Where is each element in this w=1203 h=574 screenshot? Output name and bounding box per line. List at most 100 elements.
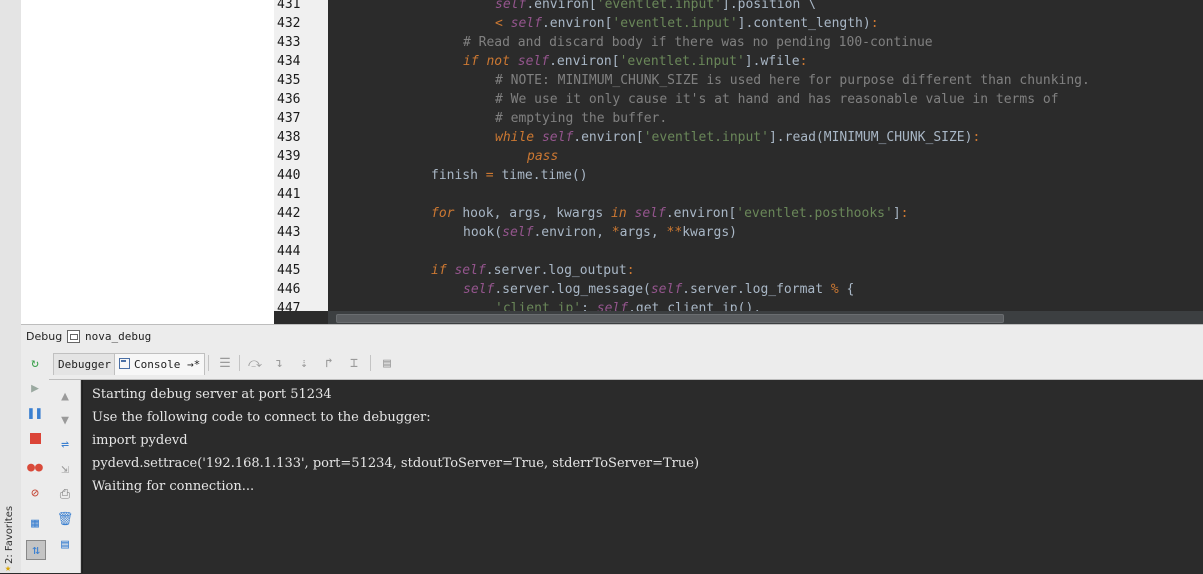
- code-token: self: [463, 282, 495, 297]
- rerun-icon[interactable]: ↻: [26, 354, 44, 372]
- code-token: # NOTE: MINIMUM_CHUNK_SIZE is used here …: [495, 73, 1090, 88]
- code-token: :: [972, 130, 981, 145]
- tab-label: Console: [134, 358, 181, 371]
- resume-icon[interactable]: ▶: [26, 379, 44, 397]
- code-token: ].wfile: [744, 54, 800, 69]
- code-token: if not: [463, 54, 518, 69]
- code-token: while: [495, 130, 542, 145]
- tab-label: Debugger: [58, 358, 111, 371]
- code-token: {: [838, 282, 855, 297]
- step-into-my-code-icon[interactable]: ⇣: [296, 355, 312, 371]
- step-into-icon[interactable]: ↴: [271, 355, 287, 371]
- code-token: time.time(): [493, 168, 588, 183]
- line-number: 446: [277, 282, 301, 297]
- line-number-gutter: 431 432 433 434 435 436 437 438 439 440 …: [274, 0, 328, 311]
- code-line: self.environ['eventlet.input'].position …: [495, 0, 816, 14]
- code-token: 'eventlet.input': [612, 16, 738, 31]
- code-token: %: [830, 282, 839, 297]
- line-number: 434: [277, 54, 301, 69]
- star-icon: ★: [5, 563, 12, 574]
- view-breakpoints-icon[interactable]: ●●: [26, 458, 44, 476]
- code-line: # NOTE: MINIMUM_CHUNK_SIZE is used here …: [495, 71, 1090, 90]
- debug-title: Debug: [26, 330, 63, 343]
- code-token: **: [666, 225, 683, 240]
- console-line: pydevd.settrace('192.168.1.133', port=51…: [92, 456, 700, 471]
- code-token: # We use it only cause it's at hand and …: [495, 92, 1059, 107]
- console-icon: [119, 358, 130, 369]
- code-line: 'client_ip': self.get_client_ip(),: [495, 299, 761, 311]
- run-config-icon: [67, 330, 80, 343]
- code-token: self: [650, 282, 683, 297]
- show-python-prompt-icon[interactable]: ▤: [56, 535, 74, 553]
- code-token: :: [900, 206, 909, 221]
- code-line: # Read and discard body if there was no …: [463, 33, 933, 52]
- step-over-icon[interactable]: ⤼: [247, 355, 263, 371]
- code-token: 'eventlet.input': [596, 0, 722, 12]
- code-token: ].read(MINIMUM_CHUNK_SIZE): [768, 130, 973, 145]
- code-token: :: [626, 263, 635, 278]
- run-config-tab[interactable]: nova_debug: [85, 330, 151, 343]
- line-number: 441: [277, 187, 301, 202]
- console-output[interactable]: Starting debug server at port 51234 Use …: [82, 380, 1203, 573]
- code-token: .get_client_ip(),: [628, 301, 762, 311]
- code-token: .environ[: [541, 16, 613, 31]
- code-token: self: [510, 16, 542, 31]
- console-line: import pydevd: [92, 433, 188, 448]
- soft-wrap-icon[interactable]: ⇌: [56, 435, 74, 453]
- line-number: 437: [277, 111, 301, 126]
- code-token: .environ[: [526, 0, 597, 12]
- code-line: while self.environ['eventlet.input'].rea…: [495, 128, 980, 147]
- debug-tab-bar: Debugger Console →* ☰ ⤼ ↴ ⇣ ↱ ⌶ ▤: [49, 348, 1203, 380]
- code-token: <: [495, 16, 511, 31]
- line-number: 436: [277, 92, 301, 107]
- line-number: 444: [277, 244, 301, 259]
- code-token: kwargs): [682, 225, 737, 240]
- code-token: for: [431, 206, 463, 221]
- pause-icon[interactable]: ❚❚: [26, 404, 44, 422]
- stop-icon[interactable]: [26, 429, 44, 447]
- line-number: 442: [277, 206, 301, 221]
- down-arrow-icon[interactable]: ▼: [56, 411, 74, 429]
- line-number: 433: [277, 35, 301, 50]
- code-token: 'client_ip': [495, 301, 582, 311]
- code-token: self: [495, 0, 527, 12]
- code-token: .server.log_output: [485, 263, 627, 278]
- show-execution-point-icon[interactable]: ☰: [217, 355, 233, 371]
- tab-console[interactable]: Console →*: [114, 353, 206, 375]
- code-line: finish = time.time(): [431, 166, 588, 185]
- run-to-cursor-icon[interactable]: ⌶: [346, 355, 362, 371]
- code-token: finish: [431, 168, 486, 183]
- code-token: args,: [619, 225, 667, 240]
- code-token: .environ[: [549, 54, 620, 69]
- evaluate-expression-icon[interactable]: ▤: [379, 355, 395, 371]
- restore-layout-icon[interactable]: ▦: [26, 514, 44, 532]
- favorites-tool-button[interactable]: 2: Favorites: [2, 490, 18, 564]
- code-token: :: [870, 16, 879, 31]
- code-token: ].content_length): [737, 16, 871, 31]
- scroll-to-end-icon[interactable]: ⇲: [56, 460, 74, 478]
- code-line: # We use it only cause it's at hand and …: [495, 90, 1059, 109]
- mute-breakpoints-icon[interactable]: ⊘: [26, 484, 44, 502]
- editor-horizontal-scrollbar[interactable]: [274, 311, 1203, 324]
- code-token: =: [485, 168, 494, 183]
- code-token: ]: [892, 206, 901, 221]
- clear-all-icon[interactable]: 🗑: [56, 510, 74, 528]
- step-out-icon[interactable]: ↱: [321, 355, 337, 371]
- debug-main-toolbar: ↻ ▶ ❚❚ ●● ⊘ ▦ ⇅: [21, 348, 50, 573]
- code-token: .server.log_format: [682, 282, 831, 297]
- favorites-label: 2: Favorites: [4, 505, 15, 564]
- code-line: < self.environ['eventlet.input'].content…: [495, 14, 879, 33]
- code-line: if self.server.log_output:: [431, 261, 635, 280]
- print-icon[interactable]: ⎙: [56, 485, 74, 503]
- line-number: 447: [277, 301, 301, 311]
- debug-tool-window-header: Debug nova_debug: [21, 324, 1203, 349]
- code-line: for hook, args, kwargs in self.environ['…: [431, 204, 908, 223]
- scrollbar-thumb[interactable]: [336, 314, 1004, 323]
- sort-icon[interactable]: ⇅: [26, 540, 46, 560]
- code-editor[interactable]: self.environ['eventlet.input'].position …: [329, 0, 1203, 311]
- code-token: .environ[: [665, 206, 737, 221]
- tab-debugger[interactable]: Debugger: [53, 353, 116, 375]
- code-token: ].position \: [722, 0, 816, 12]
- up-arrow-icon[interactable]: ▲: [56, 387, 74, 405]
- console-line: Use the following code to connect to the…: [92, 410, 431, 425]
